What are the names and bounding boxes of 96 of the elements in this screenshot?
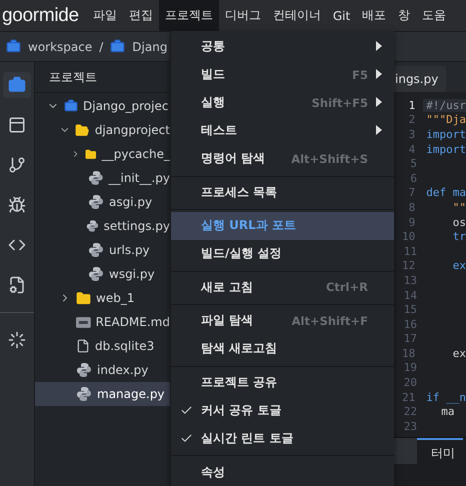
line-number: 17 (402, 332, 418, 346)
code-line: import (425, 142, 466, 156)
code-line: """Dja (425, 113, 466, 126)
menu-item[interactable]: 새로 고침 Ctrl+R (171, 273, 394, 302)
line-number: 19 (402, 361, 418, 374)
menu-bar-item[interactable]: 도움 (416, 0, 452, 31)
submenu-arrow-icon (376, 68, 382, 79)
menu-bar-item[interactable]: 컨테이너 (266, 0, 327, 31)
code-line: "" (452, 200, 466, 214)
breadcrumb-item[interactable]: workspace (28, 40, 92, 54)
menu-bar-item[interactable]: 편집 (122, 0, 159, 31)
python-file-icon (76, 362, 92, 378)
tree-item[interactable]: index.py (35, 358, 170, 382)
menu-item[interactable]: 명령어 탐색 Alt+Shift+S (171, 144, 394, 173)
tree-item[interactable]: db.sqlite3 (35, 334, 170, 358)
python-file-icon (88, 266, 104, 282)
python-file-icon (88, 170, 104, 186)
menu-item[interactable]: 빌드 F5 (171, 60, 394, 89)
tree-item[interactable]: settings.py (35, 214, 170, 238)
python-file-icon (76, 386, 92, 402)
line-number: 22 (402, 405, 418, 418)
line-number: 10 (401, 230, 416, 244)
tree-item[interactable]: urls.py (35, 238, 170, 262)
code-line: ex (452, 346, 466, 360)
line-number: 16 (402, 318, 418, 331)
app-logo: goormide (1, 4, 80, 28)
briefcase-icon (6, 39, 21, 54)
line-number: 3 (408, 128, 416, 141)
line-number: 15 (402, 303, 418, 316)
breadcrumb-separator: / (99, 40, 104, 54)
briefcase-icon (110, 39, 126, 54)
menu-item[interactable]: 테스트 (171, 116, 394, 145)
menu-item[interactable]: 파일 탐색 Alt+Shift+F (171, 306, 394, 335)
menu-item[interactable]: 프로세스 목록 (171, 178, 394, 206)
menu-item[interactable]: 실행 Shift+F5 (171, 88, 394, 117)
tree-item[interactable]: __init__.py (35, 166, 170, 190)
tree-item[interactable]: Django_projec (35, 94, 170, 118)
submenu-arrow-icon (376, 96, 382, 107)
line-number: 13 (402, 274, 418, 287)
tree-item[interactable]: web_1 (35, 286, 170, 310)
code-line: ex (452, 259, 466, 272)
code-line: tr (452, 230, 466, 244)
line-number: 8 (408, 200, 416, 214)
line-number: 2 (408, 113, 416, 126)
line-number: 12 (401, 259, 416, 272)
code-line: os (452, 216, 466, 229)
code-line: import (425, 128, 466, 141)
briefcase-icon (64, 99, 78, 113)
python-file-icon (86, 218, 99, 234)
tree-item[interactable]: djangproject (35, 118, 170, 142)
line-number: 7 (408, 186, 416, 200)
editor-tab[interactable]: ings.py (393, 66, 446, 92)
line-number: 21 (401, 390, 416, 404)
line-number: 4 (408, 142, 416, 156)
python-file-icon (88, 194, 104, 210)
folder-icon (75, 122, 90, 138)
tree-item[interactable]: manage.py (35, 382, 170, 406)
code-line: def ma (425, 186, 466, 200)
line-number: 14 (402, 288, 418, 302)
folder-icon (85, 146, 97, 162)
briefcase-icon[interactable] (3, 72, 31, 98)
line-number: 5 (409, 157, 418, 170)
line-number: 9 (408, 216, 416, 229)
tree-item[interactable]: README.md (35, 310, 170, 334)
submenu-arrow-icon (376, 40, 382, 51)
menu-item[interactable]: 탐색 새로고침 (171, 334, 394, 363)
code-line: ma (440, 405, 454, 418)
menu-item[interactable]: 속성 (171, 458, 394, 486)
menu-bar-item[interactable]: 프로젝트 (158, 0, 219, 31)
line-number: 6 (409, 172, 418, 185)
menu-item[interactable]: 프로젝트 공유 (171, 368, 394, 396)
menu-item[interactable]: 실행 URL과 포트 (171, 212, 394, 240)
menu-item[interactable]: 공통 (171, 32, 394, 61)
python-file-icon (88, 242, 104, 258)
menu-bar-item[interactable]: 창 (392, 0, 416, 31)
submenu-arrow-icon (376, 124, 382, 135)
menu-bar-item[interactable]: 디버그 (218, 0, 267, 31)
folder-icon (76, 290, 91, 306)
menu-bar-item[interactable]: Git (326, 0, 356, 31)
menu-bar-item[interactable]: 파일 (86, 0, 123, 31)
menu-item[interactable]: 실시간 린트 토글 (171, 424, 394, 452)
tree-item[interactable]: asgi.py (35, 190, 170, 214)
code-line: if __n (425, 390, 466, 404)
tree-item[interactable]: wsgi.py (35, 262, 170, 286)
menu-bar-item[interactable]: 배포 (356, 0, 392, 31)
line-number: 18 (401, 346, 416, 360)
file-icon (76, 339, 90, 353)
menu-item[interactable]: 커서 공유 토글 (171, 396, 394, 424)
markdown-file-icon (76, 316, 91, 328)
line-number: 11 (402, 244, 418, 258)
line-number: 20 (402, 376, 418, 390)
breadcrumb-item[interactable]: Djang (132, 40, 168, 54)
tree-item[interactable]: __pycache_ (35, 142, 170, 166)
line-number: 1 (408, 98, 416, 112)
menu-item[interactable]: 빌드/실행 설정 (171, 240, 394, 268)
line-number: 23 (402, 420, 418, 433)
